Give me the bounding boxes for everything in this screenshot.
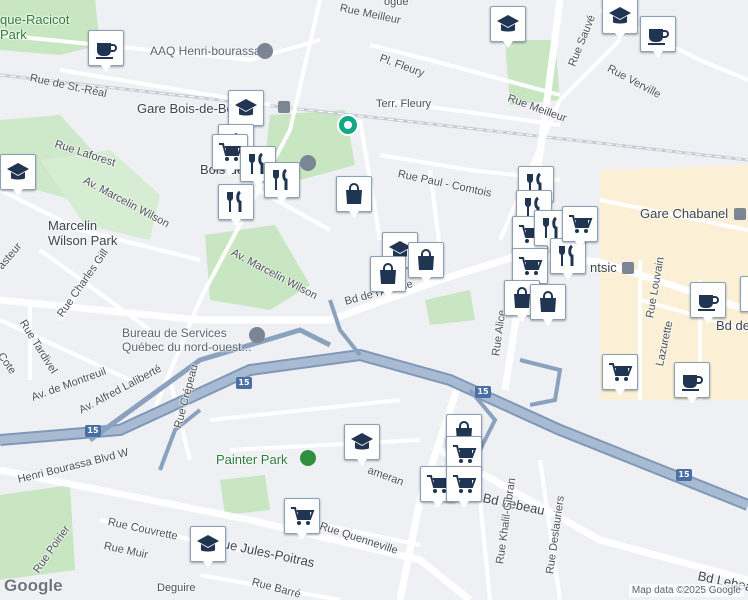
google-logo: Google: [4, 576, 63, 595]
map-attribution: Map data ©2025 Google: [628, 584, 744, 597]
ahuntsic-station-icon: [622, 262, 634, 274]
college-poi-icon: [300, 155, 316, 171]
restaurant-icon: [223, 189, 249, 215]
map-marker-cart[interactable]: [602, 354, 638, 396]
government-poi-icon: [249, 327, 265, 343]
map-marker-school[interactable]: [344, 424, 380, 466]
map-marker-cafe[interactable]: [640, 16, 676, 58]
shopping-bag-icon: [413, 247, 439, 273]
school-icon: [233, 95, 259, 121]
bureau-services-label: Bureau de Services Québec du nord-ouest.…: [122, 326, 252, 354]
map-marker-cart[interactable]: [284, 498, 320, 540]
map-marker-shopping-bag[interactable]: [408, 242, 444, 284]
map-marker-cafe[interactable]: [674, 362, 710, 404]
shopping-bag-icon: [535, 289, 561, 315]
cafe-icon: [645, 21, 671, 47]
map-marker-cart[interactable]: [446, 466, 482, 508]
gare-bois-label: Gare Bois-de-Bo: [137, 101, 234, 116]
location-pin-icon[interactable]: [337, 114, 359, 136]
school-icon: [349, 429, 375, 455]
racicot-park-label: que-Racicot Park: [0, 12, 70, 42]
map-marker-shopping-bag[interactable]: [530, 284, 566, 326]
cart-icon: [517, 253, 543, 279]
cafe-icon: [695, 287, 721, 313]
terr-fleury-label: Terr. Fleury: [376, 98, 432, 110]
map-marker-school[interactable]: [228, 90, 264, 132]
ogue-label: ogue: [384, 0, 409, 8]
ahuntsic-label: ntsic: [590, 260, 617, 275]
map-marker-school[interactable]: [0, 154, 36, 196]
highway-15-shield-2: 15: [85, 425, 101, 437]
highway-15-shield-3: 15: [475, 386, 491, 398]
cart-icon: [451, 471, 477, 497]
map-marker-shopping-bag[interactable]: [336, 176, 372, 218]
cart-icon: [607, 359, 633, 385]
map-marker-cart[interactable]: [512, 248, 548, 290]
map-marker-school[interactable]: [490, 6, 526, 48]
map-marker-cafe[interactable]: [88, 30, 124, 72]
map-marker-restaurant[interactable]: [218, 184, 254, 226]
deguire-label: Deguire: [157, 582, 196, 594]
cafe-icon: [93, 35, 119, 61]
map-marker-cafe[interactable]: [690, 282, 726, 324]
map-marker-cart[interactable]: [562, 206, 598, 248]
map-marker-school[interactable]: [190, 526, 226, 568]
painter-park-label: Painter Park: [216, 452, 288, 467]
park-tree-icon: [300, 450, 316, 466]
map-canvas[interactable]: que-Racicot Park AAQ Henri-bourassa Rue …: [0, 0, 748, 600]
school-icon: [495, 11, 521, 37]
marcelin-wilson-park-label: Marcelin Wilson Park: [48, 218, 118, 248]
shopping-bag-icon: [375, 261, 401, 287]
cart-icon: [289, 503, 315, 529]
train-station-icon: [278, 101, 290, 113]
map-marker-shopping-bag[interactable]: [370, 256, 406, 298]
gare-chabanel-label: Gare Chabanel: [640, 206, 729, 221]
aaq-label: AAQ Henri-bourassa: [150, 44, 261, 58]
bd-de-label: Bd de: [716, 318, 748, 333]
map-marker-restaurant[interactable]: [264, 162, 300, 204]
cafe-icon: [679, 367, 705, 393]
aaq-poi-icon: [257, 43, 273, 59]
cart-icon: [451, 441, 477, 467]
map-marker-school[interactable]: [602, 0, 638, 40]
highway-15-shield-1: 15: [236, 377, 252, 389]
cart-icon: [567, 211, 593, 237]
school-icon: [195, 531, 221, 557]
school-icon: [607, 3, 633, 29]
shopping-bag-icon: [341, 181, 367, 207]
map-marker-cafe[interactable]: [740, 276, 748, 312]
restaurant-icon: [269, 167, 295, 193]
school-icon: [5, 159, 31, 185]
chabanel-station-icon: [734, 208, 746, 220]
highway-15-shield-4: 15: [676, 469, 692, 481]
